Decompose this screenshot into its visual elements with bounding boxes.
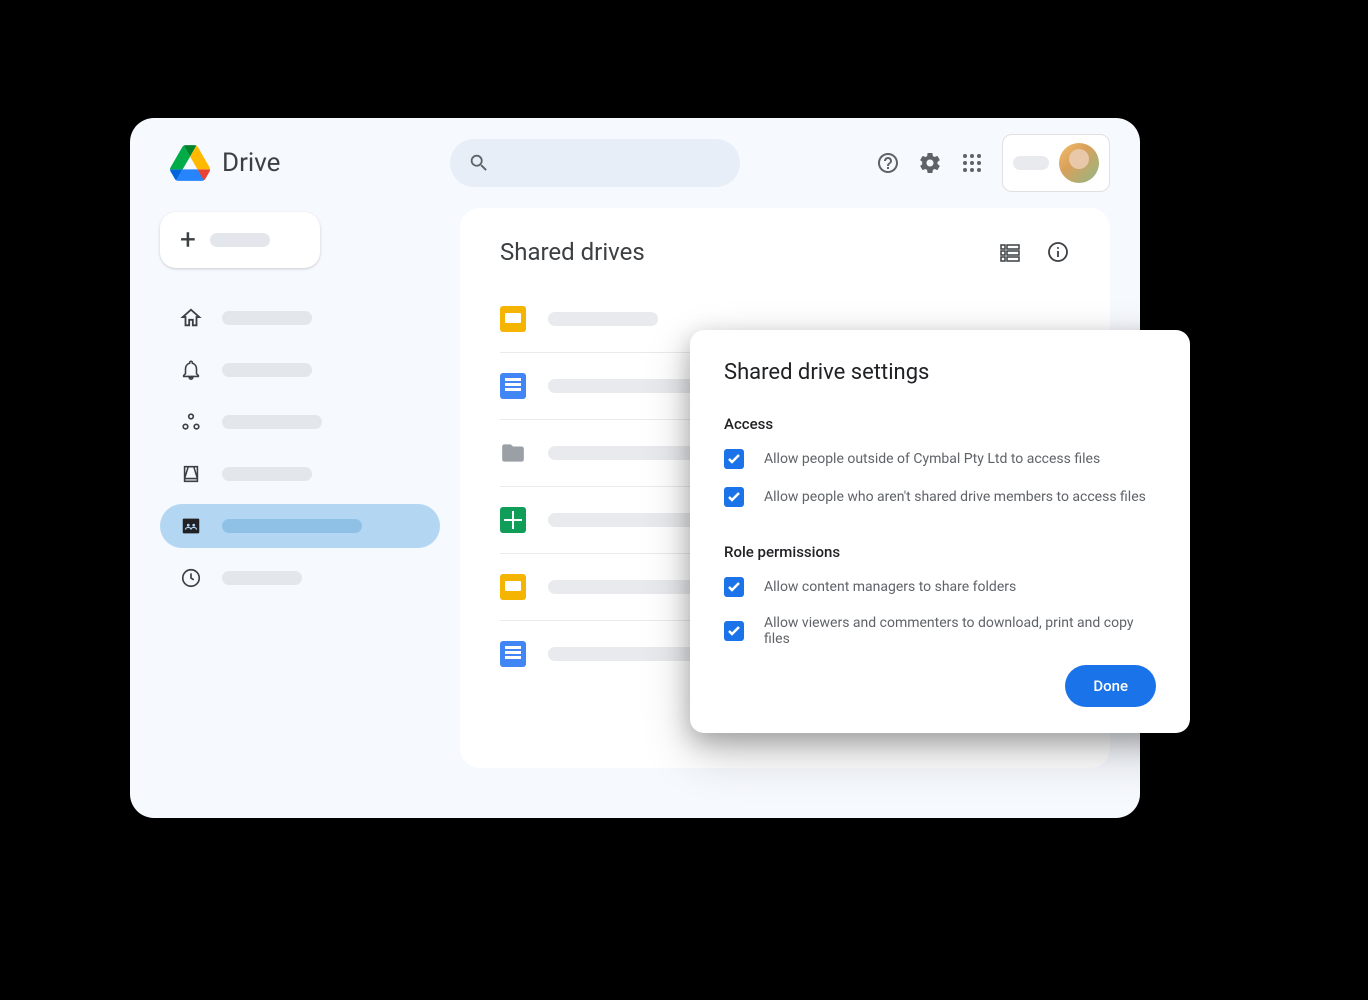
app-name: Drive [222, 148, 280, 178]
checkbox-label: Allow people outside of Cymbal Pty Ltd t… [764, 451, 1100, 467]
nav-label-placeholder [222, 363, 312, 377]
search-icon [468, 152, 490, 174]
apps-icon[interactable] [960, 151, 984, 175]
file-name-placeholder [548, 312, 658, 326]
slides-icon [500, 306, 526, 332]
header: Drive [130, 118, 1140, 208]
nav-label-placeholder [222, 311, 312, 325]
sidebar-item-shared-drives[interactable] [160, 504, 440, 548]
docs-icon [500, 641, 526, 667]
slides-icon [500, 574, 526, 600]
sidebar: + [160, 208, 440, 768]
checkbox-row-content-managers-share: Allow content managers to share folders [724, 577, 1156, 597]
checkbox-content-managers-share[interactable] [724, 577, 744, 597]
sidebar-item-workspaces[interactable] [160, 400, 440, 444]
checkbox-external-access[interactable] [724, 449, 744, 469]
checkbox-label: Allow content managers to share folders [764, 579, 1016, 595]
header-right [876, 134, 1110, 192]
new-label-placeholder [210, 233, 270, 247]
nav-label-placeholder [222, 571, 302, 585]
settings-icon[interactable] [918, 151, 942, 175]
nav-label-placeholder [222, 415, 322, 429]
drive-app-window: Drive [130, 118, 1140, 818]
sidebar-item-mydrive[interactable] [160, 452, 440, 496]
docs-icon [500, 373, 526, 399]
checkbox-row-viewers-download: Allow viewers and commenters to download… [724, 615, 1156, 647]
dialog-footer: Done [724, 665, 1156, 707]
checkmark-icon [728, 582, 740, 592]
account-label-placeholder [1013, 156, 1049, 170]
account-switcher[interactable] [1002, 134, 1110, 192]
info-icon[interactable] [1046, 240, 1070, 264]
page-title: Shared drives [500, 238, 645, 266]
plus-icon: + [180, 226, 196, 254]
checkmark-icon [728, 492, 740, 502]
checkbox-row-nonmember-access: Allow people who aren't shared drive mem… [724, 487, 1156, 507]
workspaces-icon [180, 411, 202, 433]
main-header-actions [998, 240, 1070, 264]
checkbox-nonmember-access[interactable] [724, 487, 744, 507]
clock-icon [180, 567, 202, 589]
sheets-icon [500, 507, 526, 533]
section-label-access: Access [724, 415, 1156, 433]
checkbox-label: Allow people who aren't shared drive mem… [764, 489, 1146, 505]
home-icon [180, 307, 202, 329]
shared-drives-icon [180, 515, 202, 537]
shared-drive-settings-dialog: Shared drive settings Access Allow peopl… [690, 330, 1190, 733]
folder-icon [500, 440, 526, 466]
checkmark-icon [728, 626, 740, 636]
nav-label-placeholder [222, 519, 362, 533]
section-label-role: Role permissions [724, 543, 1156, 561]
new-button[interactable]: + [160, 212, 320, 268]
avatar [1059, 143, 1099, 183]
help-icon[interactable] [876, 151, 900, 175]
dialog-title: Shared drive settings [724, 360, 1156, 385]
checkbox-row-external-access: Allow people outside of Cymbal Pty Ltd t… [724, 449, 1156, 469]
list-view-icon[interactable] [998, 240, 1022, 264]
sidebar-item-activity[interactable] [160, 348, 440, 392]
nav-label-placeholder [222, 467, 312, 481]
drive-logo-icon [170, 145, 210, 181]
bell-icon [180, 359, 202, 381]
main-header: Shared drives [500, 238, 1070, 266]
sidebar-item-home[interactable] [160, 296, 440, 340]
checkmark-icon [728, 454, 740, 464]
mydrive-icon [180, 463, 202, 485]
done-button[interactable]: Done [1065, 665, 1156, 707]
logo-section: Drive [170, 145, 450, 181]
search-input[interactable] [450, 139, 740, 187]
checkbox-label: Allow viewers and commenters to download… [764, 615, 1156, 647]
sidebar-item-recent[interactable] [160, 556, 440, 600]
checkbox-viewers-download[interactable] [724, 621, 744, 641]
file-name-placeholder [548, 446, 708, 460]
